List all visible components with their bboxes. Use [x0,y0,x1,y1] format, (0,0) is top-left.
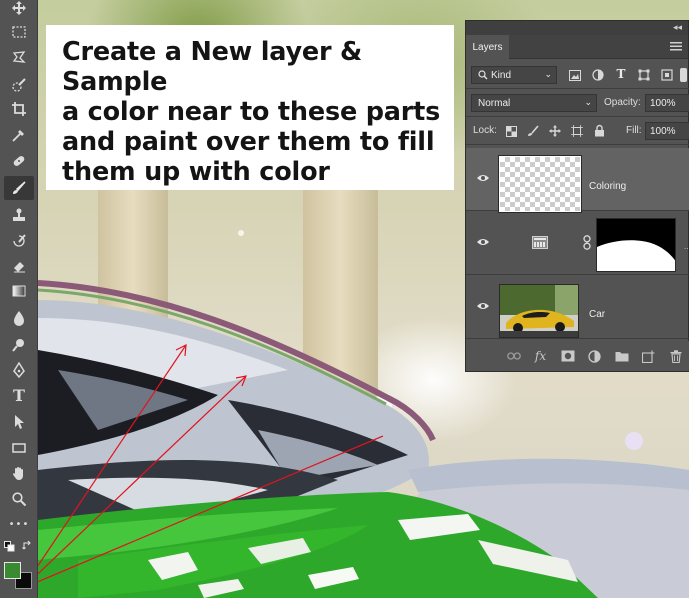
chevron-down-icon: ⌄ [584,97,592,107]
gradient-tool-icon[interactable] [4,279,34,303]
lock-fill-row: Lock: Fill: 100% [466,117,689,145]
instruction-caption: Create a New layer & Sample a color near… [46,25,454,190]
panel-tab-bar: Layers [466,35,688,59]
crop-tool-icon[interactable] [4,97,34,121]
opacity-field[interactable]: 100% [645,94,689,112]
caption-line: and paint over them to fill [62,127,435,157]
panel-title-bar: ◂◂ [466,21,688,35]
lasso-tool-icon[interactable] [4,45,34,69]
chevron-down-icon: ⌄ [544,69,552,79]
filter-type-icon[interactable]: T [613,66,629,82]
quick-selection-tool-icon[interactable] [4,73,34,97]
type-tool-icon[interactable]: T [4,384,34,408]
layer-filter-row: Kind ⌄ T [466,61,689,89]
filter-adjustment-icon[interactable] [590,67,606,83]
pen-tool-icon[interactable] [4,358,34,382]
layer-row-adjustment[interactable]: .. [466,212,689,275]
brush-tool-icon[interactable] [4,176,34,200]
new-group-folder-icon[interactable] [613,348,630,365]
blend-opacity-row: Normal ⌄ Opacity: 100% [466,89,689,117]
eye-icon[interactable] [476,235,490,249]
layers-panel: ◂◂ Layers Kind ⌄ T Normal ⌄ Opacity: 100… [465,20,689,372]
add-layer-mask-icon[interactable] [559,348,576,365]
mask-link-icon[interactable] [582,235,592,250]
filter-smart-object-icon[interactable] [659,67,675,83]
foreground-color-swatch[interactable] [4,562,21,579]
lock-label: Lock: [473,125,497,136]
move-tool-icon[interactable] [4,0,34,20]
opacity-label: Opacity: [604,97,641,108]
layer-thumbnail [498,155,582,213]
tab-layers[interactable]: Layers [466,35,509,59]
rectangle-tool-icon[interactable] [4,436,34,460]
layer-name[interactable]: Coloring [589,181,626,192]
fill-field[interactable]: 100% [645,122,689,140]
layers-panel-footer: fx [466,341,689,371]
zoom-tool-icon[interactable] [4,487,34,511]
fill-label: Fill: [626,125,642,136]
history-brush-tool-icon[interactable] [4,229,34,253]
layer-name[interactable]: Car [589,309,605,320]
filter-pixel-icon[interactable] [567,67,583,83]
link-layers-icon[interactable] [505,348,522,365]
new-layer-icon[interactable] [640,348,657,365]
eye-icon[interactable] [476,171,490,185]
lock-image-pixels-icon[interactable] [525,123,541,139]
search-icon [478,70,488,80]
healing-brush-tool-icon[interactable] [4,149,34,173]
layer-row-coloring[interactable]: Coloring [466,148,689,213]
hand-tool-icon[interactable] [4,461,34,485]
fill-value: 100% [650,125,676,137]
collapse-panel-icon[interactable]: ◂◂ [673,22,682,33]
swap-colors-icon[interactable] [22,540,33,554]
new-adjustment-layer-icon[interactable] [586,348,603,365]
lock-all-icon[interactable] [591,122,607,138]
panel-menu-icon[interactable] [670,41,682,54]
filter-kind-label: Kind [491,69,512,81]
caption-line: a color near to these parts [62,97,441,127]
blur-tool-icon[interactable] [4,306,34,330]
lock-artboard-icon[interactable] [569,123,585,139]
lock-transparent-pixels-icon[interactable] [503,123,519,139]
levels-adjustment-icon [532,236,548,249]
caption-line: them up with color [62,157,330,187]
filter-kind-dropdown[interactable]: Kind ⌄ [471,66,557,84]
caption-line: Create a New layer & Sample [62,37,363,97]
lock-position-icon[interactable] [547,123,563,139]
filter-shape-icon[interactable] [636,67,652,83]
layer-row-car[interactable]: Car [466,276,689,339]
add-layer-style-icon[interactable]: fx [532,348,549,365]
dodge-tool-icon[interactable] [4,333,34,357]
eye-icon[interactable] [476,299,490,313]
delete-layer-icon[interactable] [667,348,684,365]
path-selection-tool-icon[interactable] [4,410,34,434]
opacity-value: 100% [650,97,676,109]
filter-toggle-switch[interactable] [680,68,687,82]
more-tools-icon[interactable]: ••• [4,513,34,537]
layer-thumbnail [499,284,579,338]
eraser-tool-icon[interactable] [4,254,34,278]
blend-mode-dropdown[interactable]: Normal ⌄ [471,94,597,112]
layer-mask-thumbnail[interactable] [596,218,676,272]
eyedropper-tool-icon[interactable] [4,123,34,147]
clone-stamp-tool-icon[interactable] [4,203,34,227]
marquee-tool-icon[interactable] [4,20,34,44]
tools-panel: T ••• [0,0,38,598]
layer-overflow-icon: .. [684,242,689,251]
blend-mode-value: Normal [478,97,511,109]
default-colors-icon[interactable] [4,541,15,555]
